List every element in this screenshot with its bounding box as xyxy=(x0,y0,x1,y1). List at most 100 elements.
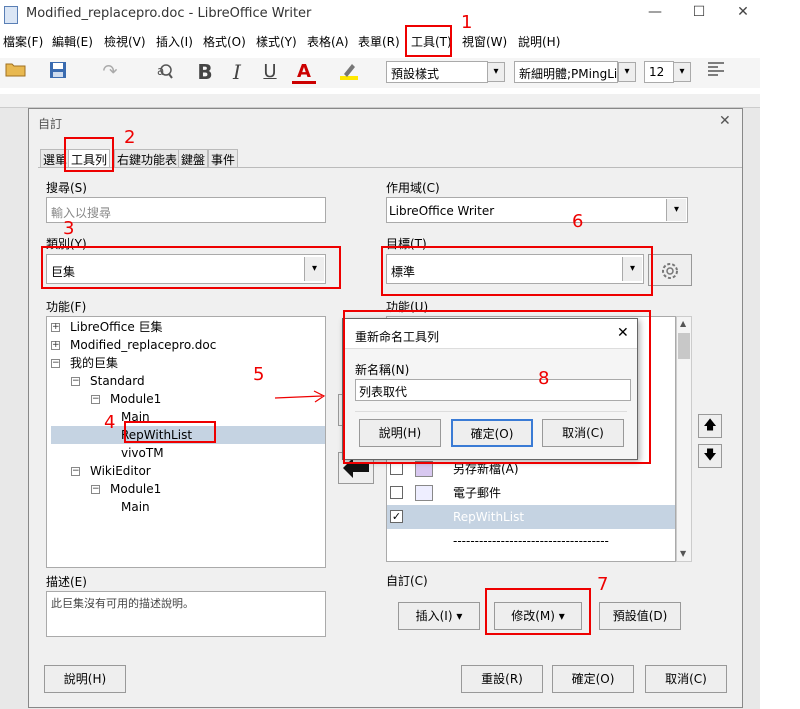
annotation-box-category xyxy=(41,246,341,289)
menu-view[interactable]: 檢視(V) xyxy=(104,33,146,50)
annotation-number: 1 xyxy=(461,12,473,33)
annotation-box-rename-dialog xyxy=(343,310,651,464)
tree-item-label: Module1 xyxy=(110,482,162,496)
collapse-icon[interactable]: − xyxy=(71,467,80,476)
tab-context-menus[interactable]: 右鍵功能表 xyxy=(114,149,181,167)
tree-item-label: 我的巨集 xyxy=(70,356,119,370)
window-title: Modified_replacepro.doc - LibreOffice Wr… xyxy=(26,6,312,21)
bold-button[interactable]: B xyxy=(193,60,217,84)
commands-scrollbar[interactable]: ▲ ▼ xyxy=(676,316,692,562)
tab-keyboard[interactable]: 鍵盤 xyxy=(178,149,209,167)
tree-item-label: vivoTM xyxy=(121,446,164,460)
font-color-button[interactable]: A xyxy=(292,60,316,84)
search-placeholder: 輸入以搜尋 xyxy=(51,206,112,220)
annotation-box-macro xyxy=(124,421,216,443)
tree-item[interactable]: Main xyxy=(51,498,325,516)
arrow-up-icon: 🡅 xyxy=(703,418,717,433)
tree-item-label: Modified_replacepro.doc xyxy=(70,338,217,352)
font-name-combo[interactable]: 新細明體;PMingLiU xyxy=(514,61,618,83)
expand-icon[interactable]: + xyxy=(51,341,60,350)
underline-button[interactable]: U xyxy=(258,60,282,84)
font-size-combo[interactable]: 12 xyxy=(644,61,674,83)
annotation-number: 3 xyxy=(63,218,75,239)
scroll-down-icon[interactable]: ▼ xyxy=(680,549,686,558)
move-down-button[interactable]: 🡇 xyxy=(698,444,722,468)
scroll-up-icon[interactable]: ▲ xyxy=(680,319,686,328)
annotation-number: 5 xyxy=(253,364,265,385)
annotation-box-tools-menu xyxy=(405,25,452,57)
menu-styles[interactable]: 樣式(Y) xyxy=(256,33,297,50)
annotation-number: 7 xyxy=(597,574,609,595)
tree-item-label: WikiEditor xyxy=(90,464,151,478)
cancel-button[interactable]: 取消(C) xyxy=(645,665,727,693)
close-icon[interactable]: ✕ xyxy=(719,113,731,129)
menu-table[interactable]: 表格(A) xyxy=(307,33,349,50)
annotation-box-modify xyxy=(485,588,591,635)
menu-edit[interactable]: 編輯(E) xyxy=(52,33,93,50)
default-button[interactable]: 預設值(D) xyxy=(599,602,681,630)
description-label: 描述(E) xyxy=(46,575,87,589)
search-input[interactable]: 輸入以搜尋 xyxy=(46,197,326,223)
italic-button[interactable]: I xyxy=(225,60,249,84)
open-folder-icon[interactable] xyxy=(4,60,28,84)
save-icon[interactable] xyxy=(46,60,70,84)
menu-help[interactable]: 說明(H) xyxy=(518,33,560,50)
description-text: 此巨集沒有可用的描述說明。 xyxy=(51,597,194,610)
description-box: 此巨集沒有可用的描述說明。 xyxy=(46,591,326,637)
find-replace-icon[interactable]: a xyxy=(152,60,176,84)
gear-icon xyxy=(662,262,678,279)
tree-item-label: Module1 xyxy=(110,392,162,406)
collapse-icon[interactable]: − xyxy=(91,395,100,404)
maximize-button[interactable]: ☐ xyxy=(684,4,714,20)
scope-select[interactable]: LibreOffice Writer ▾ xyxy=(386,197,688,223)
command-label: 電子郵件 xyxy=(453,486,502,500)
chevron-down-icon[interactable]: ▾ xyxy=(487,62,505,82)
insert-button[interactable]: 插入(I) ▾ xyxy=(398,602,480,630)
menu-form[interactable]: 表單(R) xyxy=(358,33,400,50)
menu-format[interactable]: 格式(O) xyxy=(203,33,246,50)
highlight-icon[interactable] xyxy=(337,60,361,84)
annotation-number: 2 xyxy=(124,127,136,148)
command-checkbox[interactable]: ✓ xyxy=(390,510,403,523)
chevron-down-icon[interactable]: ▾ xyxy=(618,62,636,82)
command-list-item[interactable]: 電子郵件 xyxy=(387,481,675,505)
toolbar-settings-button[interactable] xyxy=(648,254,692,286)
collapse-icon[interactable]: − xyxy=(71,377,80,386)
collapse-icon[interactable]: − xyxy=(51,359,60,368)
menu-window[interactable]: 視窗(W) xyxy=(462,33,507,50)
writer-app-icon xyxy=(4,6,18,24)
align-left-icon[interactable] xyxy=(704,60,728,84)
tree-item[interactable]: + LibreOffice 巨集 xyxy=(51,318,325,336)
close-window-button[interactable]: ✕ xyxy=(728,4,758,20)
chevron-down-icon[interactable]: ▾ xyxy=(673,62,691,82)
expand-icon[interactable]: + xyxy=(51,323,60,332)
chevron-down-icon[interactable]: ▾ xyxy=(666,199,686,221)
minimize-button[interactable]: — xyxy=(640,4,670,20)
menu-file[interactable]: 檔案(F) xyxy=(3,33,43,50)
ok-button[interactable]: 確定(O) xyxy=(552,665,634,693)
command-list-item[interactable]: ✓ RepWithList xyxy=(387,505,675,529)
insert-button-label: 插入(I) xyxy=(415,609,453,623)
tab-events[interactable]: 事件 xyxy=(208,149,239,167)
scrollbar-thumb[interactable] xyxy=(678,333,690,359)
annotation-arrow xyxy=(274,390,326,409)
tree-item[interactable]: − Module1 xyxy=(51,480,325,498)
annotation-number: 8 xyxy=(538,368,550,389)
help-button[interactable]: 說明(H) xyxy=(44,665,126,693)
collapse-icon[interactable]: − xyxy=(91,485,100,494)
annotation-box-toolbars-tab xyxy=(64,137,114,172)
tree-item[interactable]: − Standard xyxy=(51,372,325,390)
command-checkbox[interactable] xyxy=(390,486,403,499)
annotation-number: 4 xyxy=(104,412,116,433)
tree-item[interactable]: vivoTM xyxy=(51,444,325,462)
arrow-down-icon: 🡇 xyxy=(703,448,717,463)
tree-item[interactable]: − WikiEditor xyxy=(51,462,325,480)
move-up-button[interactable]: 🡅 xyxy=(698,414,722,438)
redo-icon[interactable]: ↷ xyxy=(98,60,122,84)
paragraph-style-combo[interactable]: 預設樣式 xyxy=(386,61,488,83)
reset-button[interactable]: 重設(R) xyxy=(461,665,543,693)
tree-item[interactable]: + Modified_replacepro.doc xyxy=(51,336,325,354)
menu-insert[interactable]: 插入(I) xyxy=(156,33,193,50)
command-list-item[interactable]: ------------------------------------ xyxy=(387,529,675,553)
tree-item[interactable]: − 我的巨集 xyxy=(51,354,325,372)
